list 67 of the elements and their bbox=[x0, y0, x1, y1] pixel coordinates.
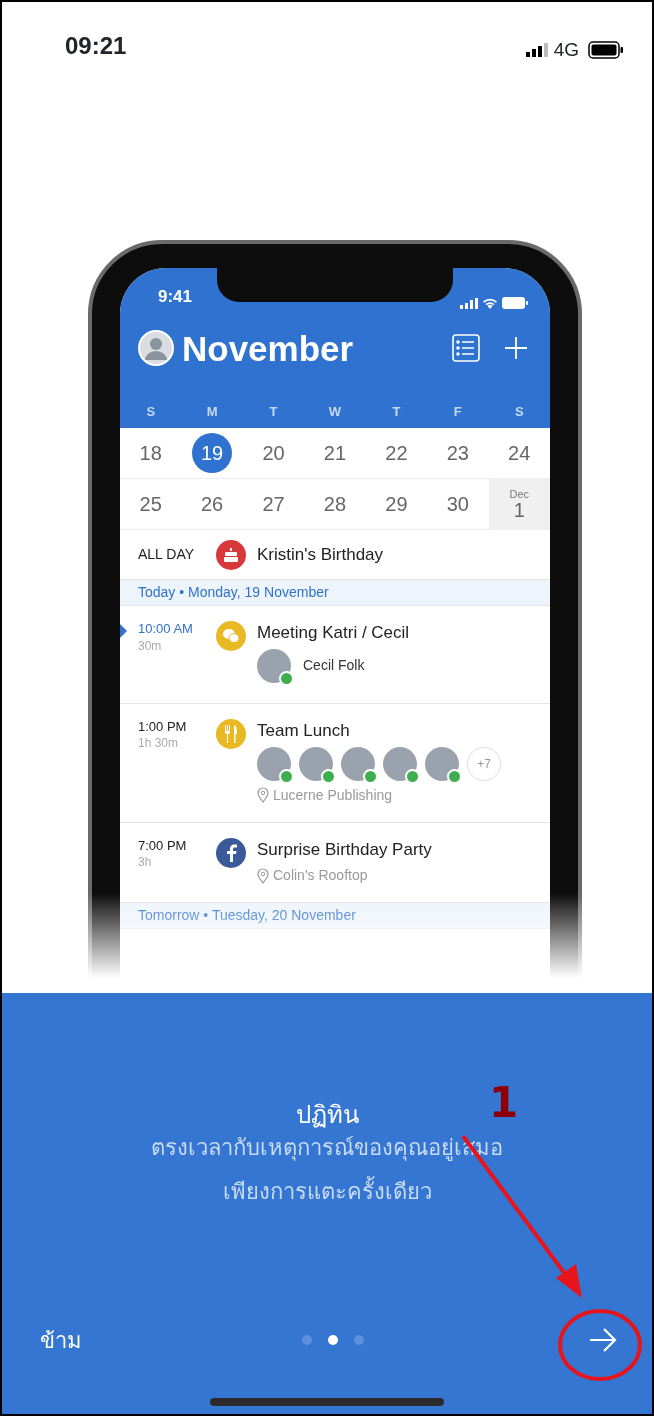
weekday-label: M bbox=[205, 403, 219, 421]
event-title: Surprise Birthday Party bbox=[257, 838, 432, 861]
location-pin-icon bbox=[257, 867, 269, 884]
event-title: Team Lunch bbox=[257, 719, 351, 742]
date-number[interactable]: 24 bbox=[508, 438, 531, 468]
date-number[interactable]: 29 bbox=[385, 489, 408, 519]
date-number[interactable]: 20 bbox=[262, 438, 285, 468]
description-line: เพียงการแตะครั้งเดียว bbox=[221, 1175, 433, 1206]
all-day-label: ALL DAY bbox=[138, 545, 196, 564]
event-duration: 30m bbox=[138, 637, 163, 655]
date-number[interactable]: 28 bbox=[323, 489, 347, 519]
date-number[interactable]: 23 bbox=[446, 438, 469, 468]
event-title: Meeting Katri / Cecil bbox=[257, 622, 410, 644]
event-row[interactable]: 1:00 PM 1h 30m Team Lunch +7 Lucerne Publishing bbox=[120, 703, 550, 823]
date-number[interactable]: 30 bbox=[446, 489, 469, 519]
event-time: 7:00 PM bbox=[138, 837, 188, 854]
fork-knife-icon bbox=[224, 724, 238, 743]
date-number[interactable]: 19 bbox=[192, 433, 233, 473]
weekday-label: T bbox=[391, 403, 402, 421]
date-number[interactable]: 22 bbox=[385, 438, 408, 468]
month-label: Dec bbox=[509, 488, 529, 500]
date-cell[interactable]: Dec 1 bbox=[488, 479, 550, 529]
page-dot[interactable] bbox=[328, 1335, 338, 1345]
signal-icon bbox=[460, 297, 478, 309]
network-label: 4G bbox=[553, 38, 579, 62]
event-location: Colin's Rooftop bbox=[273, 866, 368, 886]
list-view-icon[interactable] bbox=[452, 334, 480, 362]
section-header: Today • Monday, 19 November bbox=[120, 580, 550, 606]
onboarding-title: ปฏิทิน bbox=[295, 1101, 359, 1130]
date-number[interactable]: 18 bbox=[139, 438, 162, 468]
avatar-icon bbox=[138, 330, 174, 366]
facebook-icon bbox=[225, 843, 237, 862]
weekday-label: F bbox=[452, 403, 463, 421]
event-duration: 3h bbox=[138, 854, 153, 872]
cake-icon bbox=[223, 546, 239, 563]
date-number: 1 bbox=[513, 499, 525, 520]
battery-icon bbox=[502, 297, 528, 309]
event-time: 10:00 AM bbox=[138, 621, 194, 637]
weekday-label: T bbox=[268, 403, 279, 421]
arrow-right-icon bbox=[588, 1327, 618, 1353]
annotation-number: 1 bbox=[489, 1082, 519, 1124]
skip-button[interactable]: ข้าม bbox=[40, 1323, 82, 1357]
weekday-label: S bbox=[513, 403, 525, 421]
date-number[interactable]: 21 bbox=[323, 438, 347, 468]
section-header: Tomorrow • Tuesday, 20 November bbox=[120, 903, 550, 930]
phone-status-time: 9:41 bbox=[158, 286, 193, 308]
event-row[interactable]: 10:00 AM 30m Meeting Katri / Cecil Cecil Folk bbox=[120, 606, 550, 704]
battery-icon bbox=[588, 41, 624, 60]
status-time: 09:21 bbox=[65, 31, 127, 61]
page-dot[interactable] bbox=[302, 1335, 312, 1345]
date-number[interactable]: 27 bbox=[262, 489, 285, 519]
attendee-name: Cecil Folk bbox=[303, 656, 365, 676]
location-pin-icon bbox=[257, 787, 269, 804]
add-icon[interactable] bbox=[504, 336, 528, 360]
weekday-label: S bbox=[145, 403, 157, 421]
signal-icon bbox=[525, 43, 548, 58]
event-duration: 1h 30m bbox=[138, 735, 180, 753]
month-title: November bbox=[182, 330, 354, 366]
weekday-label: W bbox=[327, 403, 343, 421]
date-number[interactable]: 25 bbox=[139, 489, 162, 519]
event-time: 1:00 PM bbox=[138, 718, 188, 735]
chat-icon bbox=[222, 628, 240, 644]
event-location: Lucerne Publishing bbox=[273, 785, 393, 805]
page-dot[interactable] bbox=[354, 1335, 364, 1345]
date-number[interactable]: 26 bbox=[201, 489, 224, 519]
event-title: Kristin's Birthday bbox=[257, 543, 384, 566]
wifi-icon bbox=[482, 297, 498, 309]
